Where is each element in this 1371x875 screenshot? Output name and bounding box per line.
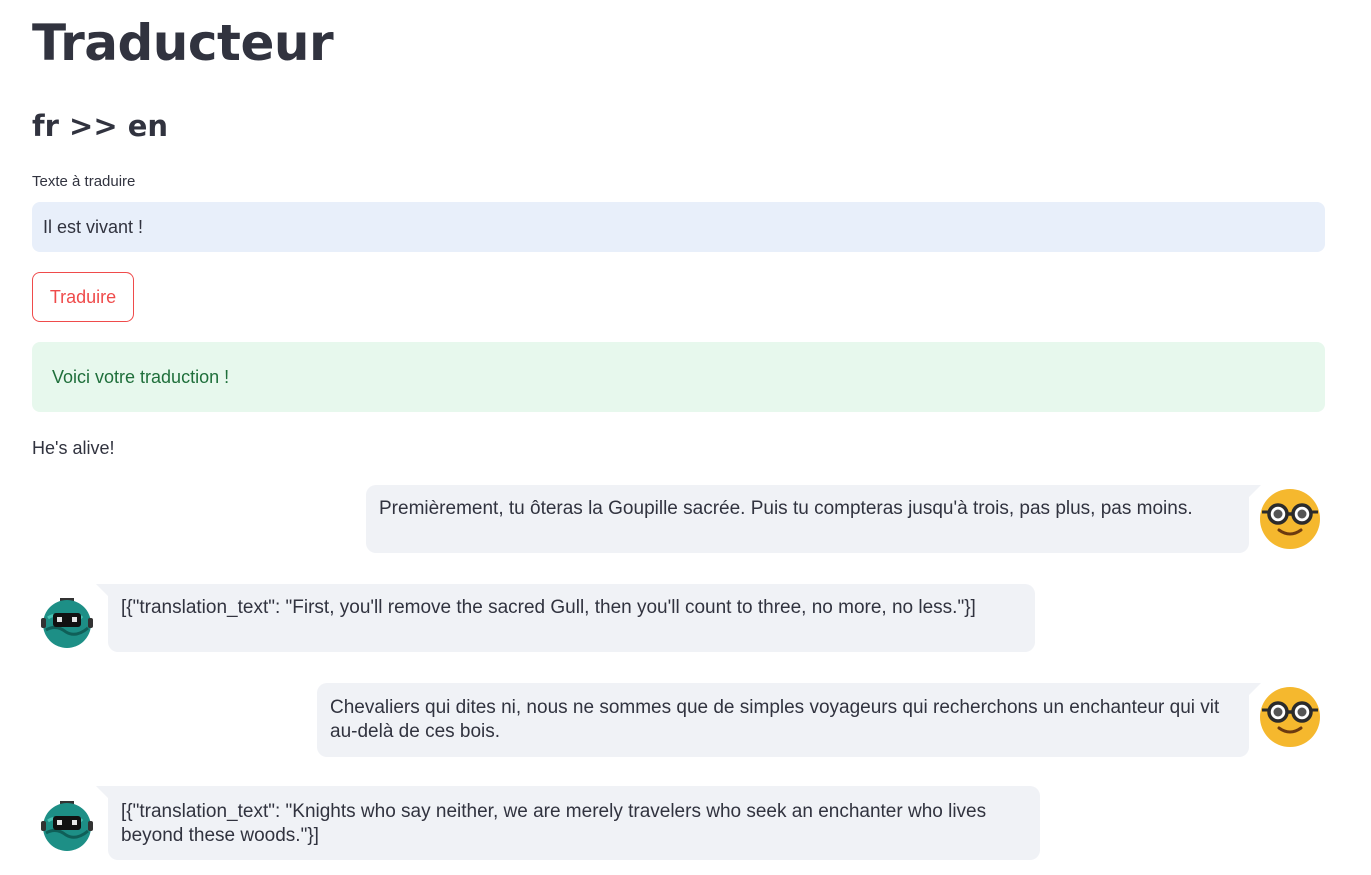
text-to-translate-input[interactable] [32, 202, 1325, 252]
translate-button[interactable]: Traduire [32, 272, 134, 322]
chat-message-user: Premièrement, tu ôteras la Goupille sacr… [366, 485, 1261, 553]
nerd-face-icon [1259, 686, 1321, 748]
robot-icon [36, 592, 98, 654]
chat-message-text: Premièrement, tu ôteras la Goupille sacr… [379, 498, 1193, 519]
input-label: Texte à traduire [32, 173, 136, 190]
language-pair-subtitle: fr >> en [32, 109, 169, 143]
chat-message-text: Chevaliers qui dites ni, nous ne sommes … [330, 697, 1220, 742]
chat-message-text: [{"translation_text": "First, you'll rem… [121, 597, 976, 618]
robot-icon [36, 795, 98, 857]
chat-message-bot: [{"translation_text": "Knights who say n… [96, 786, 1040, 860]
chat-message-user: Chevaliers qui dites ni, nous ne sommes … [317, 683, 1261, 757]
success-alert: Voici votre traduction ! [32, 342, 1325, 412]
nerd-face-icon [1259, 488, 1321, 550]
translation-result: He's alive! [32, 438, 115, 458]
chat-message-bot: [{"translation_text": "First, you'll rem… [96, 584, 1035, 652]
chat-message-text: [{"translation_text": "Knights who say n… [121, 801, 987, 846]
page-title: Traducteur [32, 14, 334, 72]
